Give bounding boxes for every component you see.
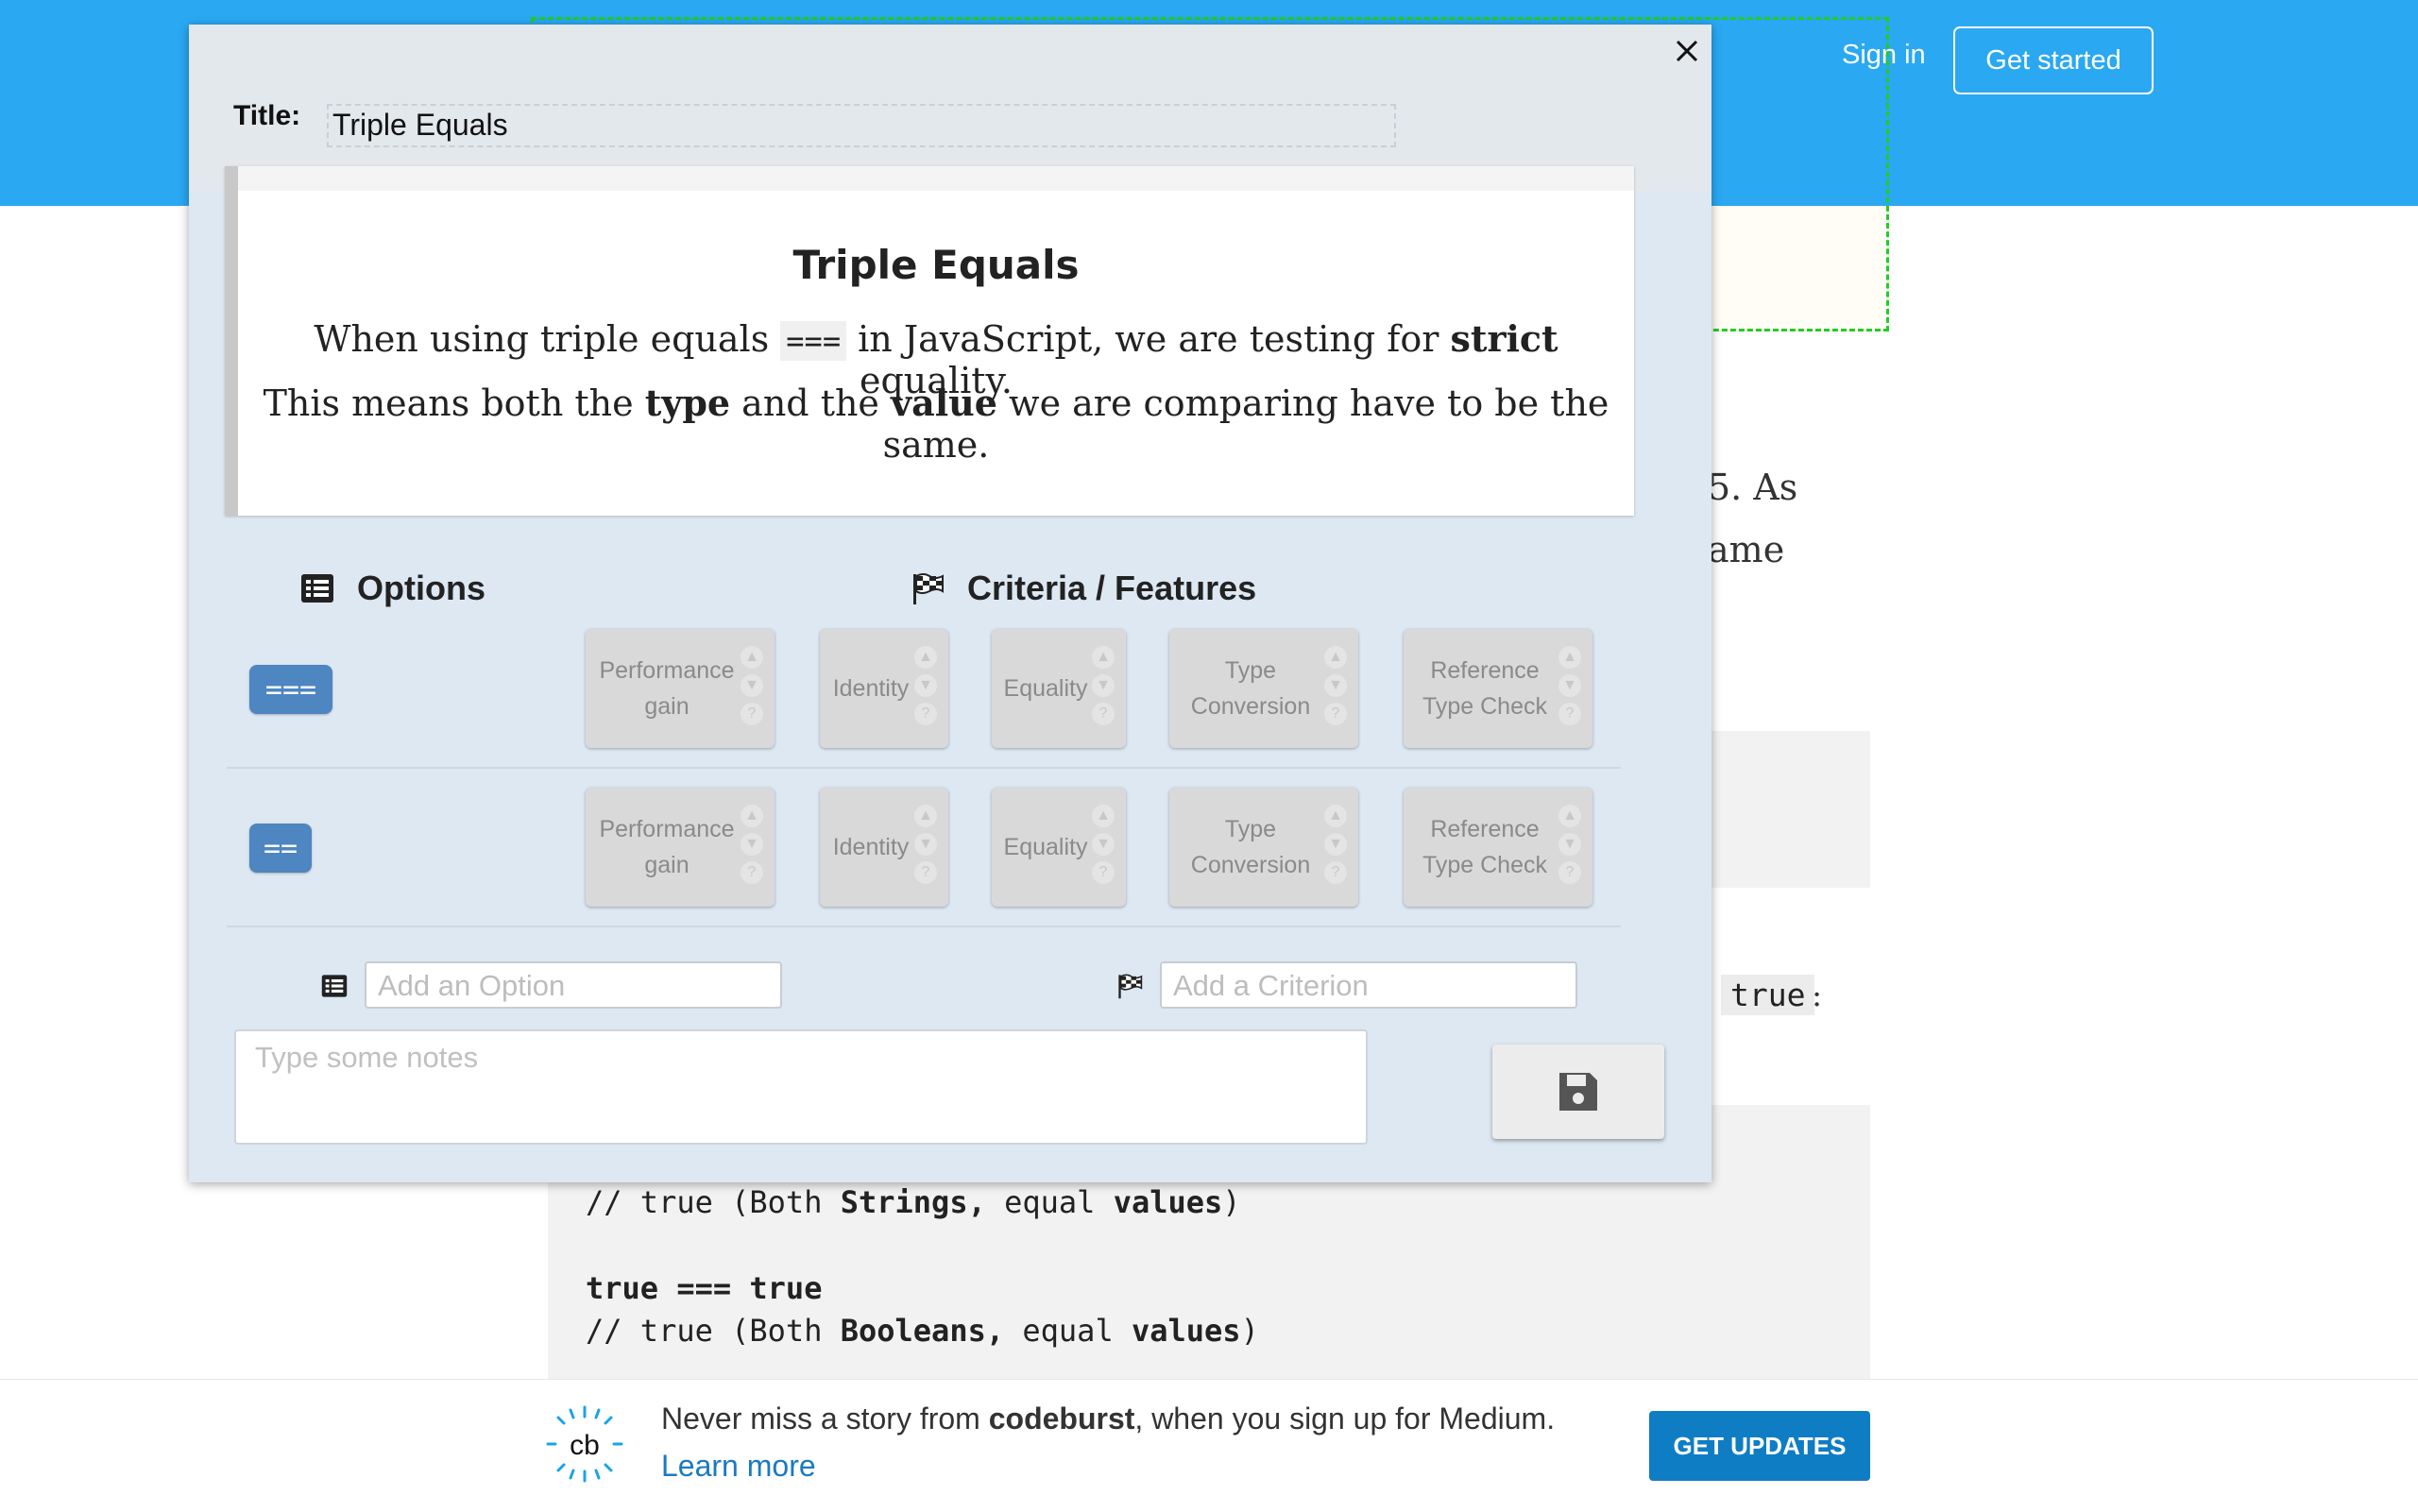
floppy-disk-icon <box>1559 1073 1597 1111</box>
thumbs-up-icon[interactable]: ▲ <box>914 805 937 827</box>
title-label: Title: <box>233 100 301 131</box>
criterion-card[interactable]: Type Conversion ▲ ▼? <box>1169 629 1358 748</box>
criterion-card[interactable]: Equality ▲ ▼? <box>992 788 1126 907</box>
article-text-fragment: ame <box>1708 529 1785 570</box>
code-line: true === true <box>586 1270 823 1306</box>
question-icon[interactable]: ? <box>914 703 937 725</box>
option-button[interactable]: === <box>249 665 332 714</box>
footer-message: Never miss a story from codeburst, when … <box>661 1402 1556 1436</box>
question-icon[interactable]: ? <box>1558 861 1581 884</box>
criterion-card[interactable]: Performance gain ▲ ▼? <box>586 629 775 748</box>
save-button[interactable] <box>1492 1045 1664 1139</box>
criterion-card[interactable]: Reference Type Check ▲ ▼? <box>1404 788 1592 907</box>
list-icon <box>321 975 348 997</box>
description-preview[interactable]: Triple Equals When using triple equals =… <box>225 166 1634 516</box>
checkered-flag-icon <box>913 573 944 604</box>
row-divider <box>227 926 1621 927</box>
preview-toolbar <box>238 166 1634 191</box>
logo-text: cb <box>570 1430 600 1461</box>
question-icon[interactable]: ? <box>914 861 937 884</box>
thumbs-down-icon[interactable]: ▼ <box>1324 674 1347 697</box>
thumbs-down-icon[interactable]: ▼ <box>741 674 763 697</box>
add-criterion-input[interactable]: Add a Criterion <box>1160 961 1577 1009</box>
criterion-card[interactable]: Identity ▲ ▼? <box>820 788 948 907</box>
question-icon[interactable]: ? <box>1092 861 1115 884</box>
question-icon[interactable]: ? <box>1324 703 1347 725</box>
add-option-input[interactable]: Add an Option <box>365 961 782 1009</box>
thumbs-down-icon[interactable]: ▼ <box>914 674 937 697</box>
thumbs-up-icon[interactable]: ▲ <box>1558 805 1581 827</box>
thumbs-down-icon[interactable]: ▼ <box>914 833 937 856</box>
thumbs-up-icon[interactable]: ▲ <box>741 646 763 669</box>
article-text-fragment: : <box>1812 977 1823 1013</box>
title-input[interactable]: Triple Equals <box>327 104 1396 147</box>
get-started-button[interactable]: Get started <box>1953 26 2154 94</box>
close-icon[interactable] <box>1670 34 1704 68</box>
decision-matrix-dialog: Title: Triple Equals Triple Equals When … <box>189 25 1711 1182</box>
thumbs-up-icon[interactable]: ▲ <box>1324 805 1347 827</box>
learn-more-link[interactable]: Learn more <box>661 1449 816 1484</box>
question-icon[interactable]: ? <box>1558 703 1581 725</box>
criterion-card[interactable]: Reference Type Check ▲ ▼? <box>1404 629 1592 748</box>
thumbs-up-icon[interactable]: ▲ <box>1558 646 1581 669</box>
inline-code: true <box>1721 975 1815 1015</box>
question-icon[interactable]: ? <box>741 861 763 884</box>
thumbs-up-icon[interactable]: ▲ <box>1092 646 1115 669</box>
thumbs-up-icon[interactable]: ▲ <box>914 646 937 669</box>
codeburst-logo: cb <box>544 1403 625 1485</box>
notes-textarea[interactable]: Type some notes <box>234 1029 1368 1145</box>
option-button[interactable]: == <box>249 824 312 873</box>
question-icon[interactable]: ? <box>1324 861 1347 884</box>
thumbs-down-icon[interactable]: ▼ <box>1324 833 1347 856</box>
get-updates-button[interactable]: GET UPDATES <box>1649 1411 1870 1481</box>
criterion-card[interactable]: Equality ▲ ▼? <box>992 629 1126 748</box>
checkered-flag-icon <box>1118 974 1143 999</box>
thumbs-down-icon[interactable]: ▼ <box>1092 833 1115 856</box>
criteria-heading: Criteria / Features <box>911 569 1256 608</box>
thumbs-down-icon[interactable]: ▼ <box>741 833 763 856</box>
article-text-fragment: 5. As <box>1708 467 1798 508</box>
options-heading: Options <box>300 569 485 608</box>
preview-heading: Triple Equals <box>792 242 1080 288</box>
question-icon[interactable]: ? <box>1092 703 1115 725</box>
criterion-card[interactable]: Identity ▲ ▼? <box>820 629 948 748</box>
code-line: // true (Both Strings, equal values) <box>586 1184 1241 1220</box>
list-icon <box>301 574 333 603</box>
criterion-card[interactable]: Performance gain ▲ ▼? <box>586 788 775 907</box>
footer-bar <box>0 1379 2418 1512</box>
thumbs-down-icon[interactable]: ▼ <box>1558 674 1581 697</box>
question-icon[interactable]: ? <box>741 703 763 725</box>
criterion-card[interactable]: Type Conversion ▲ ▼? <box>1169 788 1358 907</box>
thumbs-up-icon[interactable]: ▲ <box>1324 646 1347 669</box>
preview-paragraph-line: This means both the type and the value w… <box>263 382 1609 466</box>
thumbs-down-icon[interactable]: ▼ <box>1558 833 1581 856</box>
code-line: // true (Both Booleans, equal values) <box>586 1313 1259 1349</box>
row-divider <box>227 767 1621 769</box>
thumbs-up-icon[interactable]: ▲ <box>1092 805 1115 827</box>
thumbs-up-icon[interactable]: ▲ <box>741 805 763 827</box>
thumbs-down-icon[interactable]: ▼ <box>1092 674 1115 697</box>
